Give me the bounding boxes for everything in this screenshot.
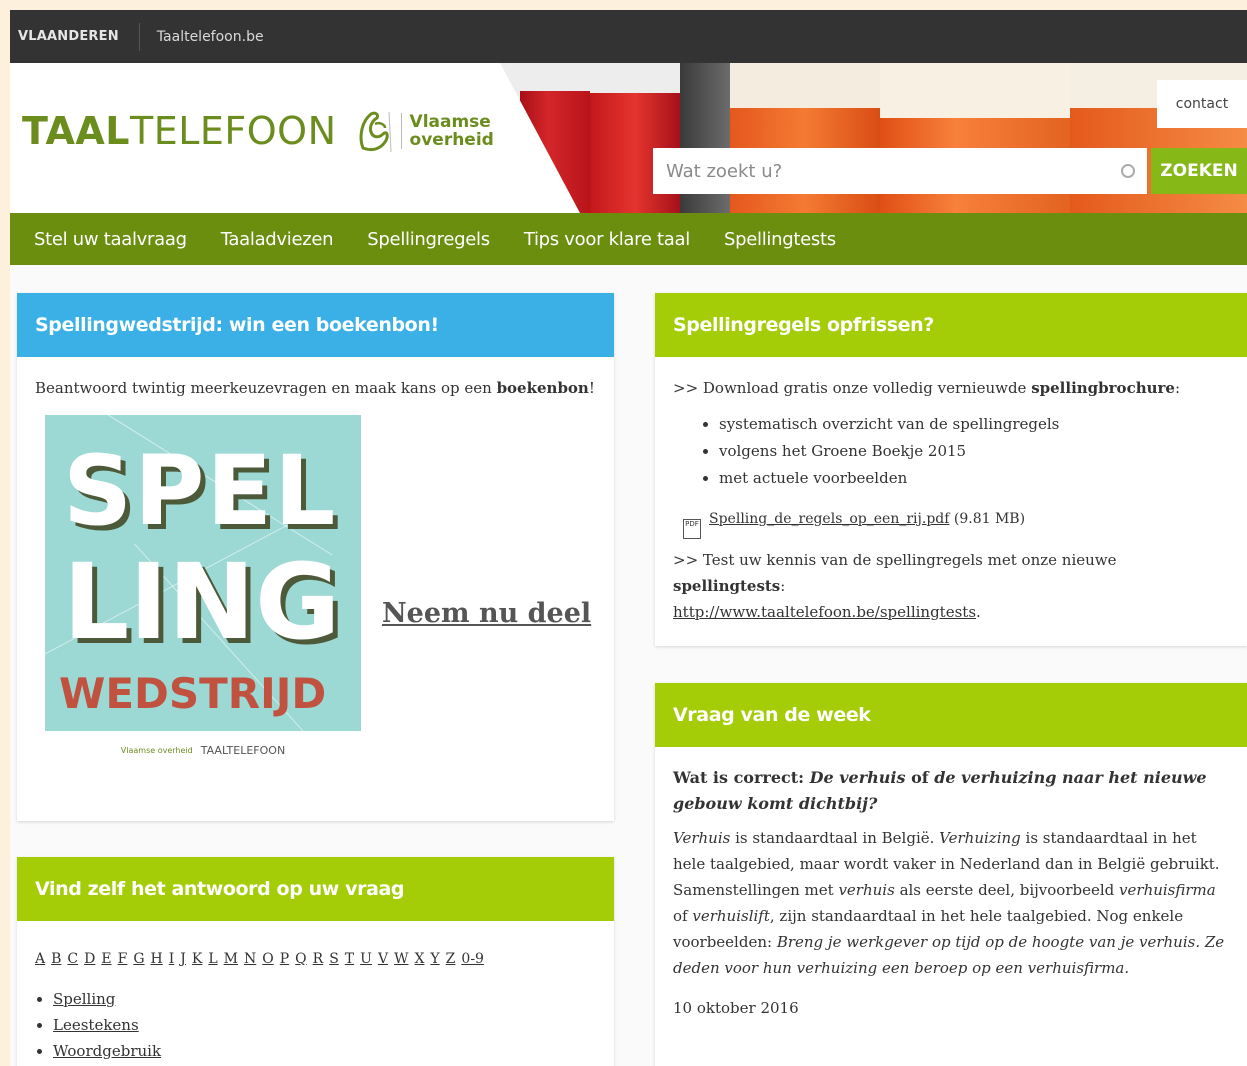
list-item: systematisch overzicht van de spellingre… xyxy=(719,411,1229,438)
brochure-intro: >> Download gratis onze volledig vernieu… xyxy=(673,379,1181,397)
poster-word-1: SPEL xyxy=(63,435,338,547)
taaltelefoon-logo[interactable]: TAALTELEFOON Vlaamse overheid xyxy=(22,108,494,154)
letter-link[interactable]: M xyxy=(224,951,238,967)
letter-link[interactable]: C xyxy=(67,951,78,967)
week-question: Wat is correct: De verhuis of de verhuiz… xyxy=(673,768,1207,813)
spellingtests-link[interactable]: http://www.taaltelefoon.be/spellingtests xyxy=(673,603,976,621)
vlaanderen-link[interactable]: VLAANDEREN xyxy=(10,22,140,51)
letter-link[interactable]: W xyxy=(394,951,408,967)
header: TAALTELEFOON Vlaamse overheid contact ZO… xyxy=(10,63,1247,213)
letter-link[interactable]: E xyxy=(101,951,111,967)
pdf-download: PDF Spelling_de_regels_op_een_rij.pdf (9.… xyxy=(673,506,1229,539)
letter-link[interactable]: O xyxy=(262,951,273,967)
poster-word-2: LING xyxy=(63,541,341,663)
search-icon[interactable] xyxy=(1121,164,1135,178)
spellingregels-title: Spellingregels opfrissen? xyxy=(655,293,1247,357)
alphabet-index: A B C D E F G H I J K L M N O P Q R S T U V W X Y Z 0-9 xyxy=(35,945,596,972)
nav-stel-uw-taalvraag[interactable]: Stel uw taalvraag xyxy=(34,229,187,250)
letter-link[interactable]: G xyxy=(133,951,144,967)
list-item: Woordgebruik xyxy=(53,1038,596,1064)
poster-footer: Vlaamse overheid TAALTELEFOON xyxy=(45,731,361,771)
letter-link[interactable]: I xyxy=(169,951,175,967)
letter-link[interactable]: Z xyxy=(446,951,456,967)
letter-link[interactable]: A xyxy=(35,951,45,967)
letter-link[interactable]: H xyxy=(151,951,163,967)
brochure-features: systematisch overzicht van de spellingre… xyxy=(673,411,1229,492)
letter-link[interactable]: L xyxy=(208,951,217,967)
pdf-file-icon: PDF xyxy=(683,519,701,539)
letter-link[interactable]: X xyxy=(414,951,424,967)
poster-word-3: WEDSTRIJD xyxy=(59,669,327,718)
find-answer-card: Vind zelf het antwoord op uw vraag ABCDE… xyxy=(17,857,614,1066)
letter-link[interactable]: F xyxy=(118,951,128,967)
search-input[interactable] xyxy=(653,149,1121,193)
letter-link[interactable]: V xyxy=(378,951,388,967)
search-button[interactable]: ZOEKEN xyxy=(1151,148,1247,194)
letter-link[interactable]: B xyxy=(51,951,61,967)
topic-link-leestekens[interactable]: Leestekens xyxy=(53,1016,139,1034)
letter-link[interactable]: 0-9 xyxy=(461,951,484,967)
letter-link[interactable]: R xyxy=(313,951,324,967)
vraag-van-de-week-title: Vraag van de week xyxy=(655,683,1247,747)
list-item: met actuele voorbeelden xyxy=(719,465,1229,492)
logo-text: TAALTELEFOON xyxy=(22,109,337,153)
letter-link[interactable]: Y xyxy=(430,951,439,967)
contact-link[interactable]: contact xyxy=(1157,80,1247,128)
spelling-contest-poster[interactable]: SPEL LING WEDSTRIJD Vlaamse overheid TAA… xyxy=(45,415,361,771)
top-bar: VLAANDEREN Taaltelefoon.be xyxy=(10,10,1247,63)
neem-nu-deel-link[interactable]: Neem nu deel xyxy=(382,598,591,629)
week-date: 10 oktober 2016 xyxy=(673,999,799,1017)
letter-link[interactable]: U xyxy=(360,951,372,967)
list-item: Leestekens xyxy=(53,1012,596,1038)
nav-tips-klare-taal[interactable]: Tips voor klare taal xyxy=(524,229,690,250)
letter-link[interactable]: N xyxy=(244,951,256,967)
contest-title: Spellingwedstrijd: win een boekenbon! xyxy=(17,293,614,357)
spellingtests-text: >> Test uw kennis van de spellingregels … xyxy=(673,551,1117,621)
vlaamse-overheid-label: Vlaamse overheid xyxy=(400,113,494,149)
find-answer-title: Vind zelf het antwoord op uw vraag xyxy=(17,857,614,921)
list-item: Spelling xyxy=(53,986,596,1012)
pdf-download-link[interactable]: Spelling_de_regels_op_een_rij.pdf xyxy=(709,511,949,527)
pdf-size: (9.81 MB) xyxy=(949,511,1026,527)
contest-card: Spellingwedstrijd: win een boekenbon! Be… xyxy=(17,293,614,821)
list-item: volgens het Groene Boekje 2015 xyxy=(719,438,1229,465)
letter-link[interactable]: S xyxy=(329,951,339,967)
topic-link-spelling[interactable]: Spelling xyxy=(53,990,115,1008)
search-box xyxy=(653,148,1147,194)
letter-link[interactable]: K xyxy=(192,951,202,967)
letter-link[interactable]: P xyxy=(280,951,289,967)
nav-spellingtests[interactable]: Spellingtests xyxy=(724,229,836,250)
nav-spellingregels[interactable]: Spellingregels xyxy=(367,229,490,250)
letter-link[interactable]: D xyxy=(84,951,95,967)
letter-link[interactable]: Q xyxy=(295,951,306,967)
spellingregels-card: Spellingregels opfrissen? >> Download gr… xyxy=(655,293,1247,646)
letter-link[interactable]: J xyxy=(180,951,186,967)
letter-link[interactable]: T xyxy=(345,951,354,967)
nav-taaladviezen[interactable]: Taaladviezen xyxy=(221,229,334,250)
flemish-lion-icon xyxy=(359,111,392,153)
main-nav: Stel uw taalvraag Taaladviezen Spellingr… xyxy=(10,213,1247,265)
site-link[interactable]: Taaltelefoon.be xyxy=(140,29,264,45)
week-answer: Verhuis is standaardtaal in België. Verh… xyxy=(673,829,1225,977)
contest-text: Beantwoord twintig meerkeuzevragen en ma… xyxy=(35,379,595,397)
vraag-van-de-week-card: Vraag van de week Wat is correct: De ver… xyxy=(655,683,1247,1066)
topic-link-woordgebruik[interactable]: Woordgebruik xyxy=(53,1042,161,1060)
topic-list: Spelling Leestekens Woordgebruik xyxy=(35,986,596,1064)
page: VLAANDEREN Taaltelefoon.be TAALTELEFOON … xyxy=(10,10,1247,1066)
